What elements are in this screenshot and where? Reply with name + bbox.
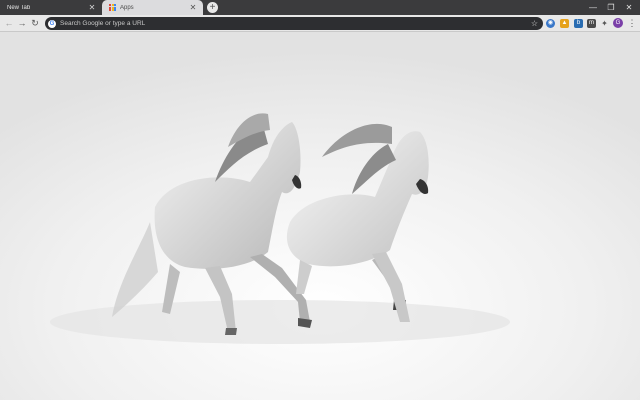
toolbar: ← → ↻ G ☆ ◉ ▲ b m ✦ G ⋮ (0, 15, 640, 32)
tab-apps[interactable]: Apps ✕ (102, 0, 203, 15)
close-window-icon[interactable]: ✕ (620, 0, 638, 15)
extension-shield-icon[interactable]: ▲ (560, 19, 569, 28)
omnibox[interactable]: G ☆ (45, 17, 543, 30)
extension-m-icon[interactable]: m (587, 19, 596, 28)
tab-new-tab[interactable]: New Tab ✕ (0, 0, 102, 15)
puzzle-icon[interactable]: ✦ (600, 19, 609, 28)
tab-title: New Tab (7, 4, 31, 11)
tab-strip: New Tab ✕ Apps ✕ + — ❐ ✕ (0, 0, 640, 15)
apps-grid-icon (109, 4, 116, 11)
address-bar-input[interactable] (60, 18, 531, 29)
tab-close-icon[interactable]: ✕ (189, 3, 197, 12)
tab-close-icon[interactable]: ✕ (88, 3, 96, 12)
extension-b-icon[interactable]: b (574, 19, 583, 28)
back-icon[interactable]: ← (3, 15, 15, 32)
new-tab-background (0, 32, 640, 400)
extension-blue-icon[interactable]: ◉ (546, 19, 555, 28)
reload-icon[interactable]: ↻ (29, 15, 41, 32)
bookmark-star-icon[interactable]: ☆ (531, 19, 538, 28)
google-icon: G (48, 19, 56, 28)
horses-background-image (0, 32, 640, 400)
new-tab-button[interactable]: + (207, 2, 218, 13)
minimize-icon[interactable]: — (584, 0, 602, 15)
menu-icon[interactable]: ⋮ (627, 15, 637, 32)
forward-icon[interactable]: → (16, 15, 28, 32)
tab-title: Apps (120, 4, 134, 11)
avatar[interactable]: G (613, 18, 623, 28)
restore-icon[interactable]: ❐ (602, 0, 620, 15)
